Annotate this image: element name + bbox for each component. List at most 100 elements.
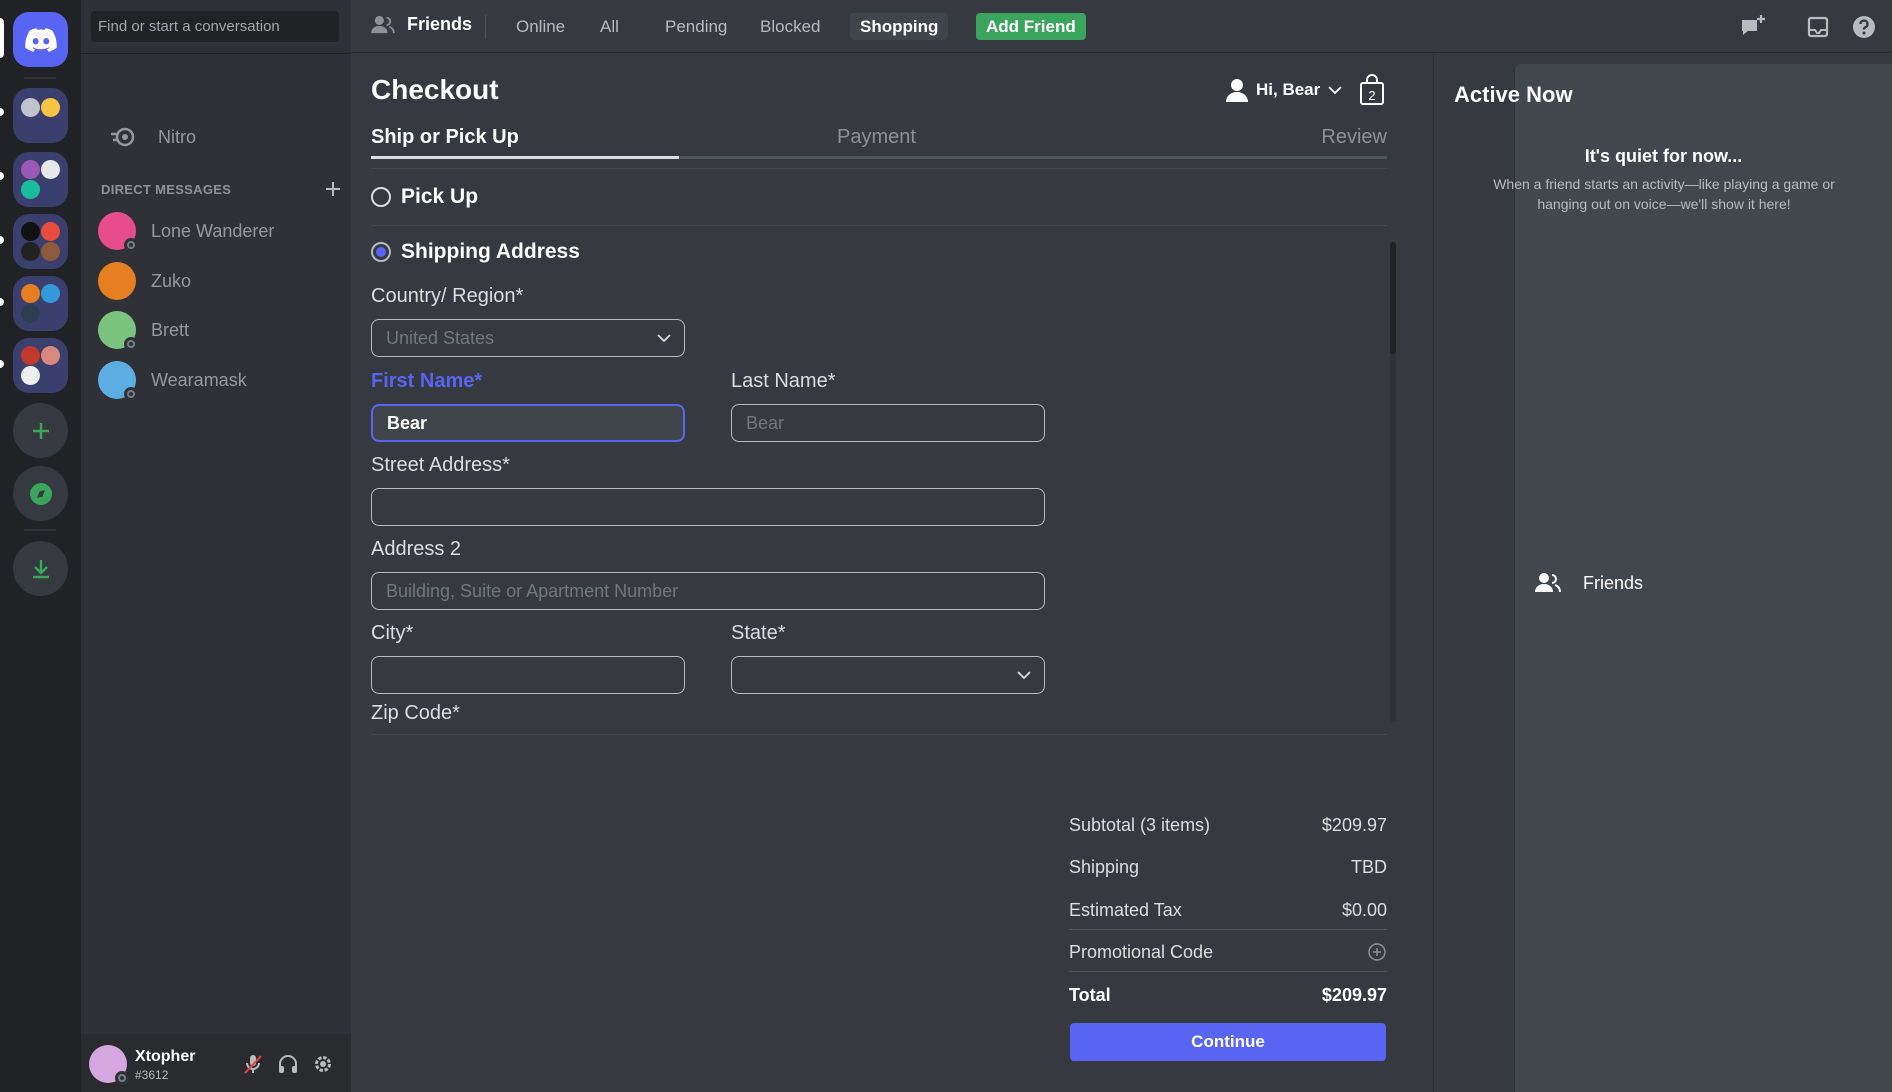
total-value: $209.97	[1321, 985, 1387, 1005]
country-select[interactable]: United States	[371, 319, 685, 357]
state-select[interactable]	[731, 656, 1045, 694]
account-menu[interactable]: Hi, Bear	[1226, 78, 1342, 102]
server-folder-3[interactable]	[13, 214, 68, 269]
first-name-field[interactable]: Bear	[371, 404, 685, 442]
country-value: United States	[386, 327, 495, 348]
step-ship-or-pickup[interactable]: Ship or Pick Up	[371, 126, 519, 149]
add-server-button[interactable]	[13, 403, 68, 458]
last-name-field[interactable]: Bear	[731, 404, 1045, 442]
total-label: Total	[1069, 985, 1111, 1005]
avatar	[98, 361, 138, 401]
tax-value: $0.00	[1341, 900, 1387, 920]
inbox-icon[interactable]	[1804, 13, 1832, 41]
dm-item-wearamask[interactable]: Wearamask	[90, 357, 342, 403]
street-address-label: Street Address*	[371, 454, 510, 476]
friends-header: Friends	[371, 14, 472, 35]
scrollbar-thumb[interactable]	[1390, 242, 1396, 354]
greeting: Hi, Bear	[1256, 80, 1321, 99]
tab-online[interactable]: Online	[506, 13, 575, 40]
plus-icon	[32, 422, 49, 439]
summary-divider	[1069, 971, 1387, 972]
download-apps-button[interactable]	[13, 541, 68, 596]
new-group-dm-icon[interactable]	[1739, 13, 1767, 41]
dm-item-zuko[interactable]: Zuko	[90, 258, 342, 304]
cart-count: 2	[1368, 88, 1375, 103]
search-input[interactable]: Find or start a conversation	[91, 11, 339, 42]
tab-blocked[interactable]: Blocked	[750, 13, 830, 40]
city-label: City*	[371, 622, 414, 644]
unread-indicator	[0, 172, 4, 180]
checkout-title: Checkout	[371, 74, 499, 105]
country-label: Country/ Region*	[371, 285, 524, 307]
sidebar-item-nitro[interactable]: Nitro	[90, 113, 342, 161]
shipping-radio[interactable]	[371, 242, 391, 262]
dm-sidebar: Find or start a conversation Friends Nit…	[81, 0, 1892, 1092]
step-payment[interactable]: Payment	[837, 126, 916, 149]
discord-logo-icon	[24, 27, 57, 52]
street-address-field[interactable]	[371, 488, 1045, 526]
dm-name: Brett	[151, 319, 190, 340]
status-offline-icon	[124, 337, 138, 351]
subtotal-row: Subtotal (3 items) $209.97	[1069, 815, 1387, 836]
compass-icon	[29, 482, 52, 505]
server-folder-2[interactable]	[13, 152, 68, 207]
status-offline-icon	[115, 1071, 129, 1085]
settings-gear-icon[interactable]	[312, 1053, 334, 1075]
form-scrollbar[interactable]	[1390, 242, 1396, 722]
address2-field[interactable]: Building, Suite or Apartment Number	[371, 572, 1045, 610]
user-icon	[1226, 79, 1248, 102]
tab-pending[interactable]: Pending	[655, 13, 737, 40]
shipping-row: Shipping TBD	[1069, 857, 1387, 878]
rail-separator	[24, 77, 56, 79]
chevron-down-icon	[1328, 86, 1342, 95]
dm-header-label: DIRECT MESSAGES	[101, 181, 232, 197]
add-promo-plus-icon[interactable]	[1367, 942, 1387, 962]
discord-app: Find or start a conversation Friends Nit…	[0, 0, 1892, 1092]
unread-indicator	[0, 108, 4, 116]
add-friend-button[interactable]: Add Friend	[976, 13, 1086, 40]
headphones-icon[interactable]	[277, 1053, 299, 1075]
step-review[interactable]: Review	[1321, 126, 1387, 149]
create-dm-plus-icon[interactable]	[325, 181, 341, 197]
quiet-heading: It's quiet for now...	[1584, 146, 1743, 166]
promo-code-row[interactable]: Promotional Code	[1069, 942, 1387, 963]
status-offline-icon	[124, 238, 138, 252]
divider	[371, 168, 1387, 169]
dm-item-lone-wanderer[interactable]: Lone Wanderer	[90, 208, 342, 254]
dm-name: Wearamask	[151, 369, 247, 390]
shipping-option[interactable]: Shipping Address	[371, 240, 580, 264]
help-icon[interactable]	[1850, 13, 1878, 41]
user-avatar[interactable]	[89, 1045, 129, 1085]
server-folder-1[interactable]	[13, 88, 68, 143]
last-name-label: Last Name*	[731, 370, 836, 392]
pickup-label: Pick Up	[401, 185, 479, 208]
first-name-value: Bear	[387, 412, 428, 433]
pickup-option[interactable]: Pick Up	[371, 185, 478, 209]
shopping-bag-icon[interactable]: 2	[1358, 74, 1386, 106]
checkout-panel: Checkout Hi, Bear 2 Ship or Pick Up Paym…	[351, 54, 1433, 1092]
top-bar: Friends Online All Pending Blocked Shopp…	[351, 0, 1892, 53]
explore-servers-button[interactable]	[13, 466, 68, 521]
server-folder-5[interactable]	[13, 338, 68, 393]
tab-shopping[interactable]: Shopping	[850, 13, 949, 40]
sidebar-item-label: Nitro	[158, 126, 197, 147]
rail-separator	[24, 529, 56, 531]
checkout-steps: Ship or Pick Up Payment Review	[371, 126, 1387, 162]
mute-microphone-icon[interactable]	[242, 1053, 264, 1075]
dm-name: Zuko	[151, 270, 192, 291]
server-folder-4[interactable]	[13, 276, 68, 331]
avatar	[98, 212, 138, 252]
unread-indicator	[0, 360, 4, 368]
city-field[interactable]	[371, 656, 685, 694]
shipping-cost-label: Shipping	[1069, 857, 1140, 877]
direct-messages-header: DIRECT MESSAGES	[101, 181, 341, 197]
promo-label: Promotional Code	[1069, 942, 1214, 962]
active-now-title: Active Now	[1454, 82, 1573, 107]
home-button[interactable]	[13, 12, 68, 67]
tab-all[interactable]: All	[590, 13, 629, 40]
user-panel: Xtopher #3612	[81, 1034, 351, 1092]
pickup-radio[interactable]	[371, 187, 391, 207]
dm-item-brett[interactable]: Brett	[90, 307, 342, 353]
shipping-label: Shipping Address	[401, 240, 580, 263]
continue-button[interactable]: Continue	[1070, 1023, 1386, 1061]
